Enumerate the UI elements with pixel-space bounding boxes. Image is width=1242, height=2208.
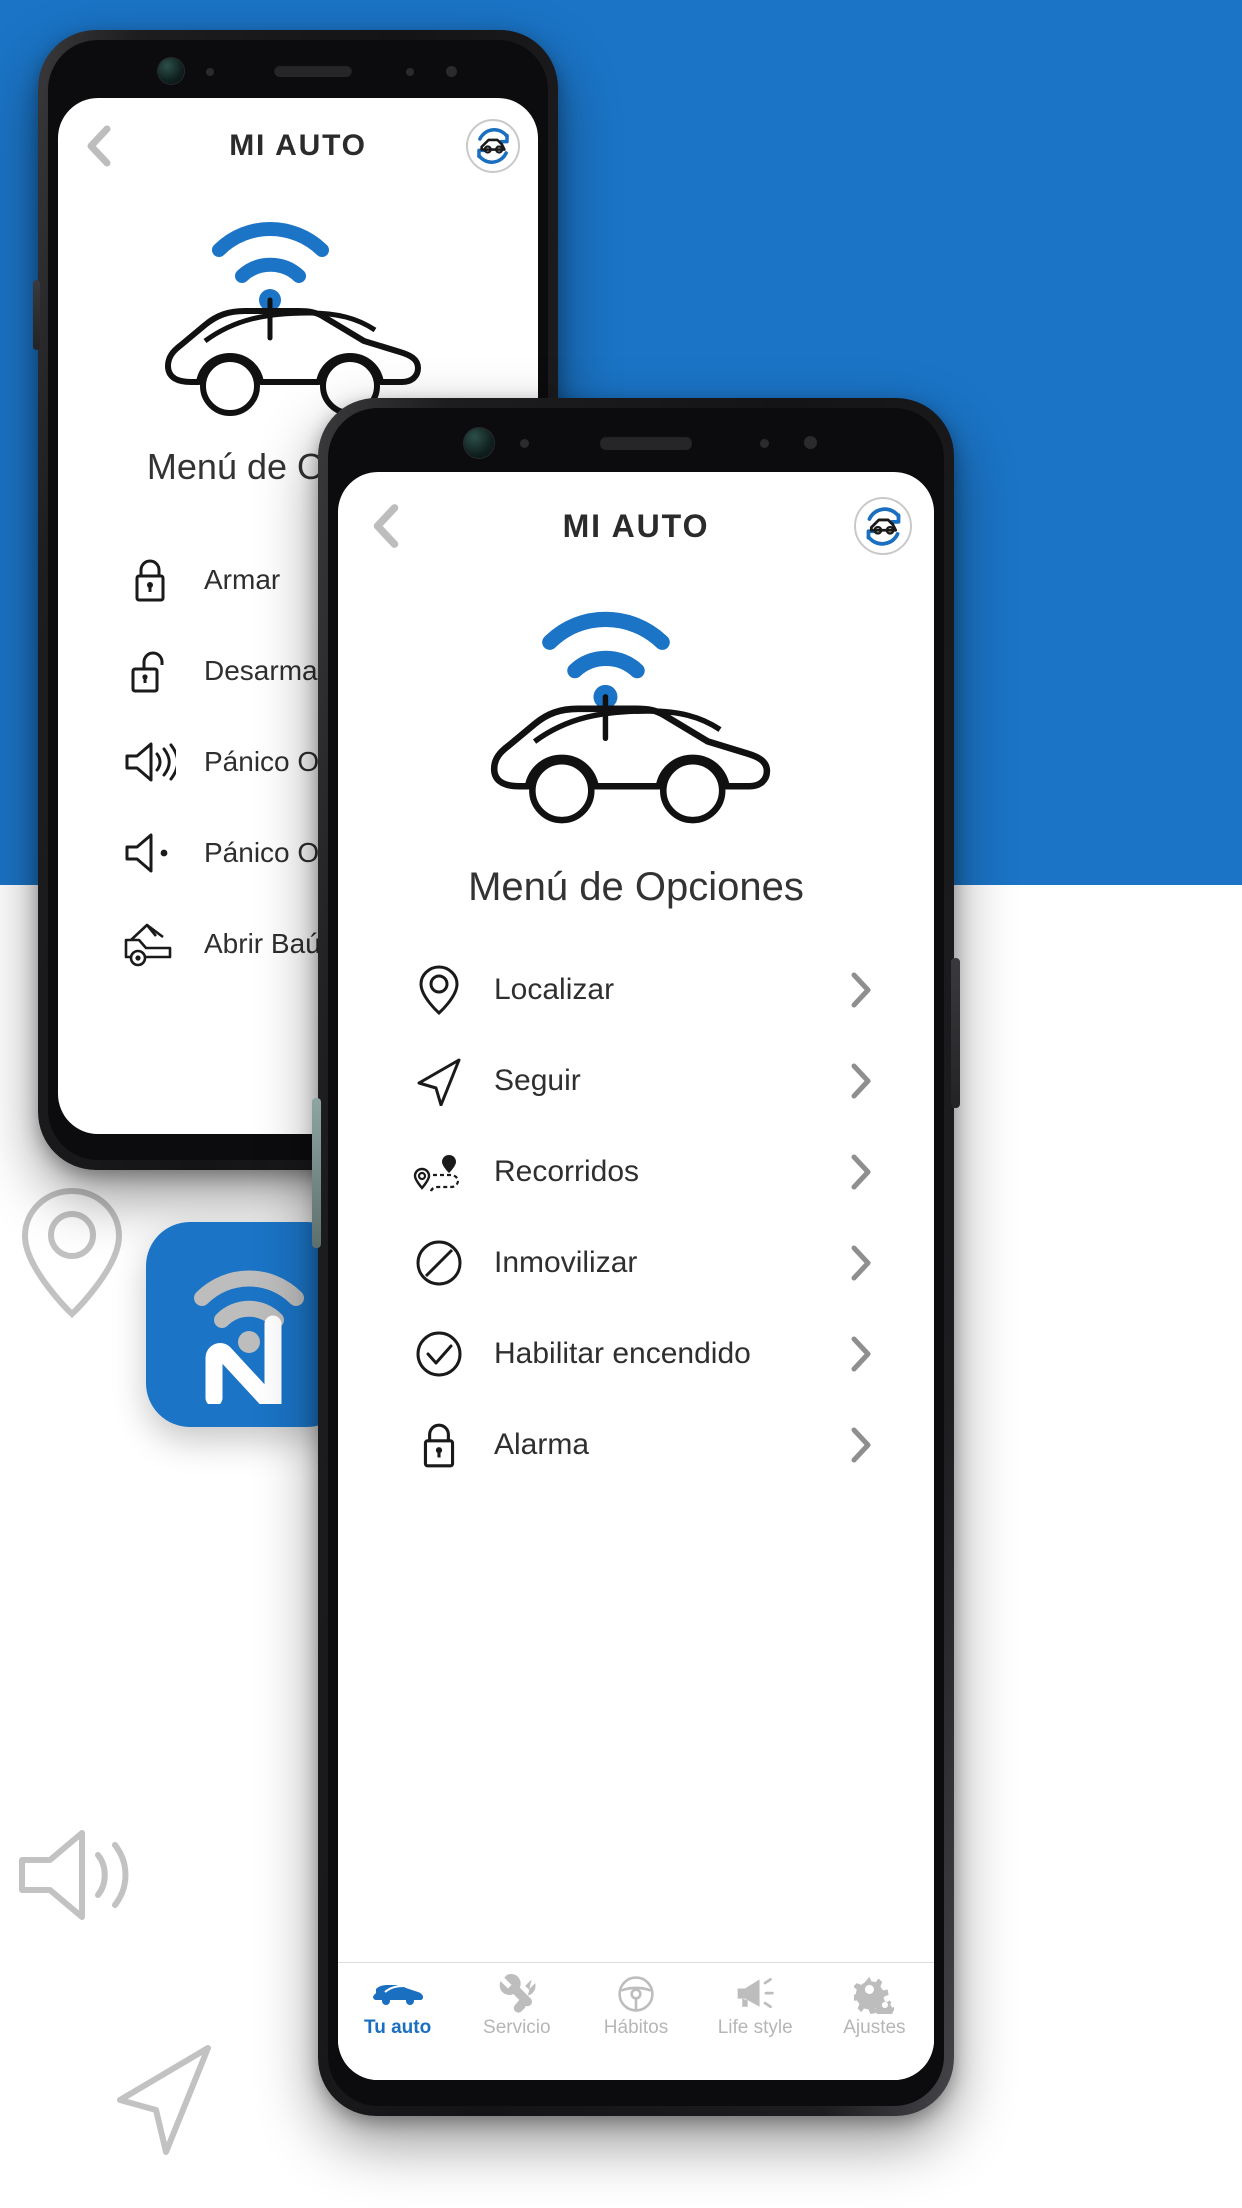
front-phone-options-menu: Localizar Seguir Recorridos Inmovilizar … xyxy=(338,944,934,1490)
lock-closed-icon xyxy=(384,1420,494,1470)
megaphone-icon xyxy=(734,1977,776,2011)
back-phone-side-button[interactable] xyxy=(33,280,40,350)
proximity-sensor-icon xyxy=(206,68,214,76)
menu-item-label: Alarma xyxy=(494,1427,590,1461)
tab-habitos[interactable]: Hábitos xyxy=(576,1976,695,2039)
navigation-arrow-icon xyxy=(384,1056,494,1106)
front-camera-icon xyxy=(158,58,184,84)
car-trunk-open-icon xyxy=(96,921,204,967)
chevron-right-icon xyxy=(834,1336,888,1372)
section-title: Menú de Opciones xyxy=(468,865,804,909)
earpiece-speaker xyxy=(274,65,352,77)
tools-wrench-icon xyxy=(497,1974,537,2013)
front-phone-device: MI AUTO Menú de Opciones Localizar Segui… xyxy=(312,398,960,2116)
proximity-sensor-icon xyxy=(520,439,529,448)
car-sync-icon[interactable] xyxy=(466,119,520,173)
bottom-tab-bar: Tu auto Servicio Hábitos Life style Ajus… xyxy=(338,1962,934,2080)
map-pin-outline-icon xyxy=(16,1185,128,1320)
tab-ajustes[interactable]: Ajustes xyxy=(815,1976,934,2039)
menu-item-alarma[interactable]: Alarma xyxy=(338,1399,934,1490)
speaker-waves-outline-icon xyxy=(16,1825,134,1925)
front-phone-appbar: MI AUTO xyxy=(338,472,934,580)
light-sensor-icon xyxy=(406,68,414,76)
menu-item-recorridos[interactable]: Recorridos xyxy=(338,1126,934,1217)
screenshot-root: MI AUTO Menú de Opciones Armar Desarmar … xyxy=(0,0,1242,2208)
navigation-arrow-outline-icon xyxy=(110,2040,220,2160)
speaker-muted-icon xyxy=(96,831,204,875)
menu-item-label: Habilitar encendido xyxy=(494,1336,751,1370)
tab-life-style[interactable]: Life style xyxy=(696,1977,815,2039)
menu-item-label: Inmovilizar xyxy=(494,1245,638,1279)
menu-item-seguir[interactable]: Seguir xyxy=(338,1035,934,1126)
chevron-right-icon xyxy=(834,1154,888,1190)
car-icon xyxy=(372,1977,424,2011)
chevron-right-icon xyxy=(834,1063,888,1099)
speaker-waves-icon xyxy=(96,740,204,784)
tab-servicio[interactable]: Servicio xyxy=(457,1974,576,2039)
iris-sensor-icon xyxy=(446,66,457,77)
menu-item-label: Localizar xyxy=(494,972,615,1006)
tab-tu-auto[interactable]: Tu auto xyxy=(338,1977,457,2039)
lock-closed-icon xyxy=(96,556,204,604)
circle-check-icon xyxy=(384,1329,494,1379)
gears-icon xyxy=(854,1976,895,2014)
front-camera-icon xyxy=(464,428,494,458)
menu-item-label: Seguir xyxy=(494,1063,581,1097)
circle-slash-icon xyxy=(384,1238,494,1288)
nextel-wifi-n-logo xyxy=(193,1270,304,1404)
tab-label: Life style xyxy=(717,2017,793,2038)
iris-sensor-icon xyxy=(804,436,817,449)
chevron-right-icon xyxy=(834,1245,888,1281)
front-phone-power-button[interactable] xyxy=(951,958,960,1108)
tab-label: Tu auto xyxy=(364,2017,432,2038)
light-sensor-icon xyxy=(760,439,769,448)
tab-label: Servicio xyxy=(483,2017,551,2038)
car-sync-icon[interactable] xyxy=(854,497,912,555)
menu-item-inmovilizar[interactable]: Inmovilizar xyxy=(338,1217,934,1308)
back-button[interactable] xyxy=(84,124,114,168)
steering-wheel-icon xyxy=(617,1976,655,2012)
menu-item-label: Recorridos xyxy=(494,1154,640,1188)
menu-item-localizar[interactable]: Localizar xyxy=(338,944,934,1035)
page-title: MI AUTO xyxy=(229,129,367,162)
connected-car-icon xyxy=(338,580,934,865)
menu-item-habilitar-encendido[interactable]: Habilitar encendido xyxy=(338,1308,934,1399)
map-pin-icon xyxy=(384,964,494,1016)
earpiece-speaker xyxy=(600,436,692,450)
tab-label: Ajustes xyxy=(843,2017,906,2038)
lock-open-icon xyxy=(96,647,204,695)
page-title: MI AUTO xyxy=(562,507,710,544)
back-phone-appbar: MI AUTO xyxy=(58,98,538,194)
route-trip-icon xyxy=(384,1149,494,1195)
back-button[interactable] xyxy=(370,502,402,550)
chevron-right-icon xyxy=(834,1427,888,1463)
front-phone-bixby-button[interactable] xyxy=(312,1098,321,1248)
tab-label: Hábitos xyxy=(603,2017,669,2038)
chevron-right-icon xyxy=(834,972,888,1008)
